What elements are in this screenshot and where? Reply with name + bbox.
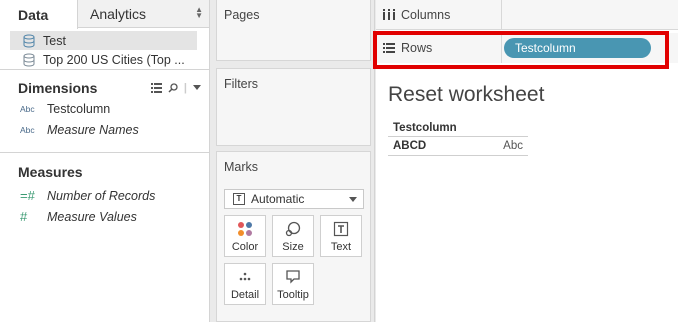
- text-label: Text: [330, 241, 352, 253]
- pages-shelf[interactable]: Pages: [216, 0, 371, 61]
- dimensions-header: Dimensions |: [0, 78, 209, 98]
- text-icon: [333, 221, 349, 237]
- tab-data-label: Data: [18, 6, 49, 23]
- measures-header: Measures: [0, 162, 209, 182]
- string-type-icon: Abc: [20, 103, 35, 114]
- detail-button[interactable]: Detail: [224, 263, 266, 305]
- text-mark-icon: T: [233, 193, 245, 205]
- worksheet-area: Columns Rows Testcolumn Reset worksheet …: [376, 0, 678, 322]
- tab-data[interactable]: Data: [0, 0, 78, 29]
- text-button[interactable]: Text: [320, 215, 362, 257]
- value-cell: Abc: [503, 140, 523, 152]
- chevron-down-icon: [349, 197, 357, 202]
- color-palette-icon: [238, 222, 252, 236]
- string-type-icon: Abc: [20, 124, 35, 135]
- field-label: Number of Records: [47, 188, 156, 203]
- pane-tabs: Data Analytics ▲ ▼: [0, 0, 209, 29]
- data-source-label: Top 200 US Cities (Top ...: [43, 52, 185, 67]
- data-pane: Data Analytics ▲ ▼ Test Top 200 US Cities…: [0, 0, 210, 322]
- view-table: Testcolumn ABCD Abc: [388, 119, 528, 156]
- number-type-icon: #: [20, 209, 28, 224]
- calculated-number-icon: =#: [20, 188, 35, 203]
- database-icon: [23, 53, 35, 67]
- measure-field[interactable]: # Measure Values: [0, 206, 209, 227]
- filters-title: Filters: [224, 77, 259, 91]
- table-row[interactable]: ABCD Abc: [388, 137, 528, 156]
- size-label: Size: [282, 241, 304, 253]
- data-sources: Test Top 200 US Cities (Top ...: [0, 28, 209, 70]
- worksheet-title: Reset worksheet: [388, 83, 545, 106]
- marks-title: Marks: [224, 160, 259, 174]
- tooltip-icon: [286, 270, 300, 284]
- tooltip-label: Tooltip: [277, 289, 309, 301]
- shelves-column: Pages Filters Marks T Automatic Color Si…: [211, 0, 375, 322]
- mark-type-dropdown[interactable]: T Automatic: [224, 189, 364, 209]
- rows-pill-testcolumn[interactable]: Testcolumn: [504, 38, 651, 58]
- dimensions-list: Abc Testcolumn Abc Measure Names: [0, 98, 209, 140]
- chevron-down-icon[interactable]: [193, 85, 201, 91]
- search-icon[interactable]: [168, 83, 178, 93]
- database-icon: [23, 34, 35, 48]
- detail-dots-icon: [239, 272, 251, 281]
- rows-shelf-label: Rows: [376, 33, 502, 63]
- columns-shelf[interactable]: Columns: [376, 0, 678, 30]
- data-source-label: Test: [43, 33, 66, 48]
- dimension-field[interactable]: Abc Measure Names: [0, 119, 209, 140]
- size-button[interactable]: Size: [272, 215, 314, 257]
- up-down-arrows-icon: ▲ ▼: [195, 5, 203, 20]
- measure-field[interactable]: =# Number of Records: [0, 185, 209, 206]
- pill-label: Testcolumn: [515, 41, 576, 55]
- color-button[interactable]: Color: [224, 215, 266, 257]
- table-header: Testcolumn: [388, 119, 528, 137]
- tooltip-button[interactable]: Tooltip: [272, 263, 314, 305]
- marks-card: Marks T Automatic Color Size Text Detail…: [216, 151, 371, 322]
- divider: [0, 152, 209, 162]
- columns-icon: [383, 9, 395, 20]
- row-header-cell: ABCD: [393, 140, 427, 152]
- tab-analytics-label: Analytics: [90, 5, 147, 22]
- tab-analytics[interactable]: Analytics ▲ ▼: [78, 0, 209, 27]
- color-label: Color: [231, 241, 259, 253]
- measures-title: Measures: [18, 164, 83, 180]
- field-label: Testcolumn: [47, 101, 111, 116]
- data-source-item[interactable]: Test: [10, 31, 197, 50]
- data-source-item[interactable]: Top 200 US Cities (Top ...: [10, 50, 197, 69]
- filters-shelf[interactable]: Filters: [216, 68, 371, 146]
- dimensions-title: Dimensions: [18, 80, 98, 96]
- rows-shelf[interactable]: Rows Testcolumn: [376, 33, 678, 63]
- measures-list: =# Number of Records # Measure Values: [0, 185, 209, 227]
- detail-label: Detail: [230, 289, 260, 301]
- dimension-field[interactable]: Abc Testcolumn: [0, 98, 209, 119]
- rows-icon: [383, 43, 395, 53]
- columns-label: Columns: [401, 7, 451, 22]
- columns-shelf-label: Columns: [376, 0, 502, 29]
- field-label: Measure Names: [47, 122, 139, 137]
- view-list-icon[interactable]: [150, 83, 162, 93]
- size-icon: [285, 221, 301, 237]
- dimensions-tools: |: [150, 82, 201, 94]
- field-label: Measure Values: [47, 209, 137, 224]
- pages-title: Pages: [224, 8, 260, 22]
- rows-label: Rows: [401, 41, 433, 55]
- mark-type-value: Automatic: [251, 192, 305, 206]
